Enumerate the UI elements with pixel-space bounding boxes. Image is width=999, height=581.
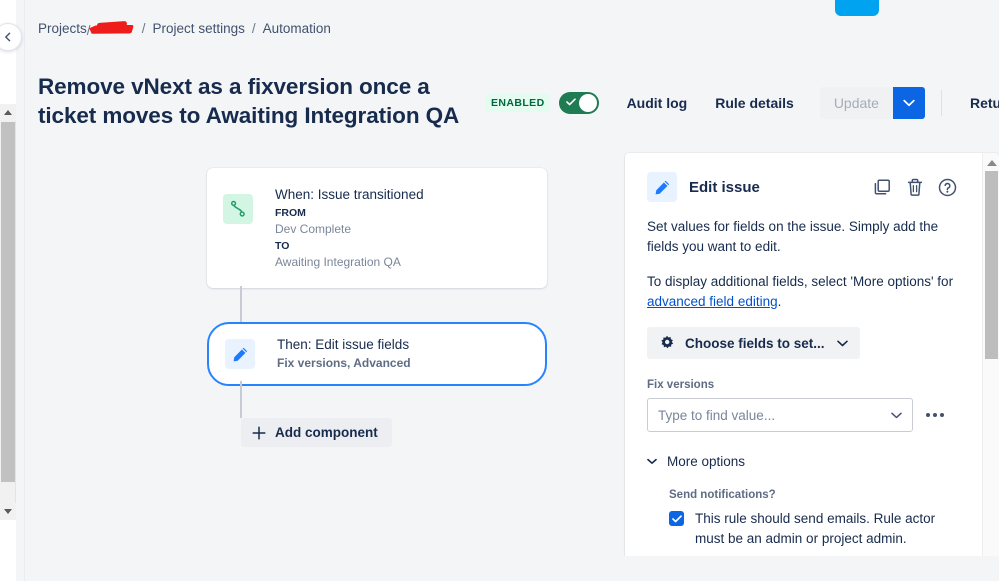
send-notifications-checkbox[interactable] [669,511,684,526]
status-badge: ENABLED [486,94,550,112]
update-button[interactable]: Update [819,87,893,119]
breadcrumb-separator-2: / [251,21,256,36]
panel-title: Edit issue [689,178,760,196]
panel-scroll-up-arrow-icon[interactable] [983,155,999,170]
pencil-icon [647,172,677,202]
copy-icon[interactable] [873,178,892,197]
trigger-card[interactable]: When: Issue transitioned FROM Dev Comple… [207,168,547,288]
trash-glyph-icon [907,178,923,196]
trigger-card-body: When: Issue transitioned FROM Dev Comple… [275,186,424,270]
add-component-label: Add component [275,425,378,440]
panel-description-2: To display additional fields, select 'Mo… [647,272,957,312]
audit-log-link[interactable]: Audit log [627,95,688,111]
automation-rule-page: Projects / / Project settings / Automati… [0,0,999,581]
chevron-left-icon [5,32,11,42]
trigger-to-label: TO [275,240,290,252]
help-glyph-icon [938,178,957,196]
rule-flow: When: Issue transitioned FROM Dev Comple… [207,168,547,447]
scrollbar-thumb[interactable] [1,122,15,482]
flow-connector-1 [240,286,242,322]
trigger-to-value: Awaiting Integration QA [275,255,401,269]
panel-actions [873,178,957,197]
fix-versions-placeholder: Type to find value... [658,407,776,423]
content-area: When: Issue transitioned FROM Dev Comple… [25,140,999,581]
panel-header: Edit issue [647,172,957,202]
update-button-group: Update [819,87,925,119]
edit-issue-panel-content: Edit issue Set values for fields on the … [625,153,979,579]
chevron-down-glyph-icon [836,340,848,346]
chevron-down-glyph-icon [647,458,657,464]
fix-versions-more-button[interactable] [926,413,944,417]
pencil-icon [225,339,255,369]
trash-icon[interactable] [906,178,924,197]
page-scrollbar[interactable] [0,0,16,581]
breadcrumb-project-settings[interactable]: Project settings [153,20,245,38]
scrollbar-track-bottom [0,520,16,581]
scrollbar-down-arrow-icon[interactable] [0,503,16,520]
add-component-button[interactable]: Add component [241,418,392,447]
breadcrumb-projects[interactable]: Projects [38,20,87,38]
breadcrumb-project-redacted[interactable]: / [87,20,135,38]
check-icon [671,514,682,522]
edit-issue-panel: Edit issue Set values for fields on the … [625,153,999,579]
chevron-down-icon [836,340,848,347]
panel-scrollbar-thumb[interactable] [985,171,998,359]
collapse-sidebar-button[interactable] [0,23,22,51]
more-options-toggle[interactable]: More options [647,454,957,469]
transition-icon [223,194,253,224]
header-divider [940,90,942,116]
scrollbar-track-top [0,0,16,104]
action-card-body: Then: Edit issue fields Fix versions, Ad… [277,336,411,372]
return-to-rules-link[interactable]: Return to rules [970,95,999,111]
scrollbar-up-arrow-icon[interactable] [0,104,16,121]
update-dropdown-button[interactable] [892,87,925,119]
panel-scrollbar[interactable] [982,153,999,579]
panel-description-2-prefix: To display additional fields, select 'Mo… [647,274,954,289]
send-notifications-text: This rule should send emails. Rule actor… [695,511,936,546]
pencil-glyph-icon [233,347,247,361]
rule-enabled-toggle[interactable] [558,92,599,114]
send-notifications-row: This rule should send emails. Rule actor… [669,509,957,549]
copy-glyph-icon [874,178,890,195]
plus-glyph-icon [252,425,266,440]
fix-versions-label: Fix versions [647,379,715,391]
pencil-glyph-icon [655,180,669,194]
trigger-from-label: FROM [275,207,306,219]
chevron-down-icon [647,458,657,465]
page-title: Remove vNext as a fixversion once a tick… [38,74,460,128]
fix-versions-select[interactable]: Type to find value... [647,398,913,432]
breadcrumb: Projects / / Project settings / Automati… [38,20,331,38]
panel-description-1: Set values for fields on the issue. Simp… [647,219,939,254]
choose-fields-label: Choose fields to set... [685,335,825,351]
gear-glyph-icon [661,335,674,349]
check-icon [565,98,576,106]
trigger-title: When: Issue transitioned [275,187,424,202]
page-bottom-strip [25,556,999,581]
help-icon[interactable] [938,178,957,197]
breadcrumb-automation[interactable]: Automation [263,20,331,38]
chevron-down-glyph-icon [891,412,902,418]
transition-glyph-icon [230,200,245,217]
chevron-down-icon [891,412,902,419]
flow-connector-2 [240,381,242,418]
header-controls: ENABLED Audit log Rule details Update Re… [486,87,999,119]
action-card[interactable]: Then: Edit issue fields Fix versions, Ad… [207,322,547,386]
fix-versions-row: Type to find value... [647,398,957,432]
trigger-from-value: Dev Complete [275,222,352,236]
top-floating-button[interactable] [835,0,879,16]
rule-details-link[interactable]: Rule details [715,95,794,111]
panel-description-2-suffix: . [777,294,782,309]
action-title: Then: Edit issue fields [277,337,410,352]
advanced-field-editing-link[interactable]: advanced field editing [647,294,778,309]
plus-icon [252,425,266,440]
send-notifications-label: Send notifications? [669,489,776,501]
choose-fields-button[interactable]: Choose fields to set... [647,327,860,359]
more-options-label: More options [667,454,746,469]
action-subtitle: Fix versions, Advanced [277,356,411,370]
chevron-down-icon [903,99,915,107]
breadcrumb-separator-1: / [141,21,146,36]
gear-icon [659,335,675,351]
